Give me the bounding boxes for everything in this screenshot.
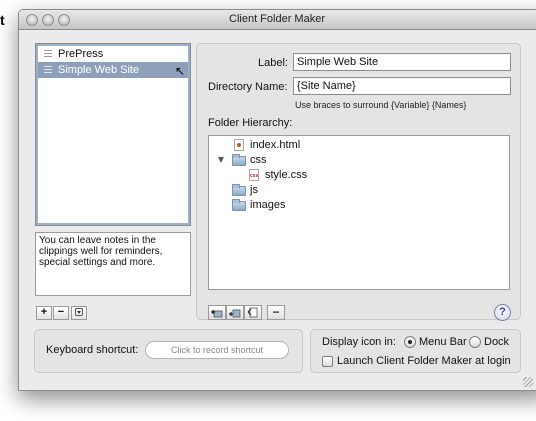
clipping-actions-menu-button[interactable] bbox=[71, 306, 87, 320]
display-options-box: Display icon in: Menu Bar Dock Launch Cl… bbox=[310, 329, 521, 373]
tree-item-label: style.css bbox=[265, 169, 308, 181]
directory-name-caption: Directory Name: bbox=[208, 81, 288, 93]
launch-at-login-checkbox[interactable] bbox=[322, 356, 333, 367]
keyboard-shortcut-caption: Keyboard shortcut: bbox=[46, 344, 139, 356]
add-subfolder-button[interactable] bbox=[226, 305, 244, 320]
drag-handle-icon[interactable] bbox=[44, 50, 52, 57]
resize-grip-icon[interactable] bbox=[523, 377, 533, 387]
remove-item-button[interactable]: − bbox=[267, 305, 285, 320]
mouse-pointer-icon: ↖ bbox=[175, 64, 186, 78]
keyboard-shortcut-box: Keyboard shortcut: Click to record short… bbox=[34, 329, 303, 373]
remove-clipping-button[interactable]: − bbox=[53, 306, 69, 320]
disclosure-triangle-icon[interactable] bbox=[218, 157, 224, 163]
menu-bar-label: Menu Bar bbox=[419, 336, 467, 348]
folder-icon bbox=[232, 154, 246, 166]
add-file-button[interactable] bbox=[244, 305, 262, 320]
shortcut-recorder-field[interactable]: Click to record shortcut bbox=[145, 341, 289, 359]
dock-label: Dock bbox=[484, 336, 510, 348]
css-file-icon: css bbox=[249, 169, 259, 181]
background-text-fragment: t bbox=[0, 12, 5, 28]
clipping-item-prepress[interactable]: PrePress bbox=[38, 46, 188, 62]
tree-item-label: images bbox=[250, 199, 286, 211]
clipping-label: Simple Web Site bbox=[58, 64, 140, 76]
folder-icon bbox=[232, 184, 246, 196]
clippings-list[interactable]: PrePress Simple Web Site ↖ bbox=[35, 43, 191, 226]
add-clipping-button[interactable]: + bbox=[36, 306, 52, 320]
title-bar: Client Folder Maker bbox=[19, 10, 536, 30]
tree-item-label: css bbox=[250, 154, 267, 166]
file-action-icon bbox=[247, 307, 258, 318]
drag-handle-icon[interactable] bbox=[44, 66, 52, 73]
tree-item-label: js bbox=[250, 184, 258, 196]
clipping-notes-field[interactable]: You can leave notes in the clippings wel… bbox=[35, 232, 191, 296]
html-file-icon bbox=[234, 139, 244, 151]
display-icon-caption: Display icon in: bbox=[322, 336, 396, 348]
folder-icon bbox=[232, 199, 246, 211]
directory-name-field[interactable]: {Site Name} bbox=[293, 77, 511, 95]
dock-radio[interactable] bbox=[469, 336, 481, 348]
dropdown-menu-icon bbox=[75, 308, 83, 316]
app-window: Client Folder Maker PrePress Simple Web … bbox=[18, 9, 536, 391]
window-title: Client Folder Maker bbox=[229, 13, 325, 25]
folder-hierarchy-caption: Folder Hierarchy: bbox=[208, 117, 293, 129]
clipping-item-simple-web-site[interactable]: Simple Web Site bbox=[38, 62, 188, 78]
directory-hint: Use braces to surround {Variable} {Names… bbox=[295, 100, 467, 110]
menu-bar-radio[interactable] bbox=[404, 336, 416, 348]
add-folder-button[interactable] bbox=[208, 305, 226, 320]
launch-at-login-label: Launch Client Folder Maker at login bbox=[337, 355, 511, 367]
new-subfolder-icon bbox=[229, 309, 241, 318]
clipping-settings-panel: Label: Simple Web Site Directory Name: {… bbox=[196, 43, 521, 321]
label-caption: Label: bbox=[258, 57, 288, 69]
help-button[interactable]: ? bbox=[494, 304, 511, 321]
label-field[interactable]: Simple Web Site bbox=[293, 53, 511, 71]
folder-hierarchy-tree[interactable]: index.html css css style.css js images bbox=[208, 135, 510, 290]
tree-item-label: index.html bbox=[250, 139, 301, 151]
clipping-label: PrePress bbox=[58, 48, 104, 60]
new-folder-icon bbox=[211, 310, 223, 318]
